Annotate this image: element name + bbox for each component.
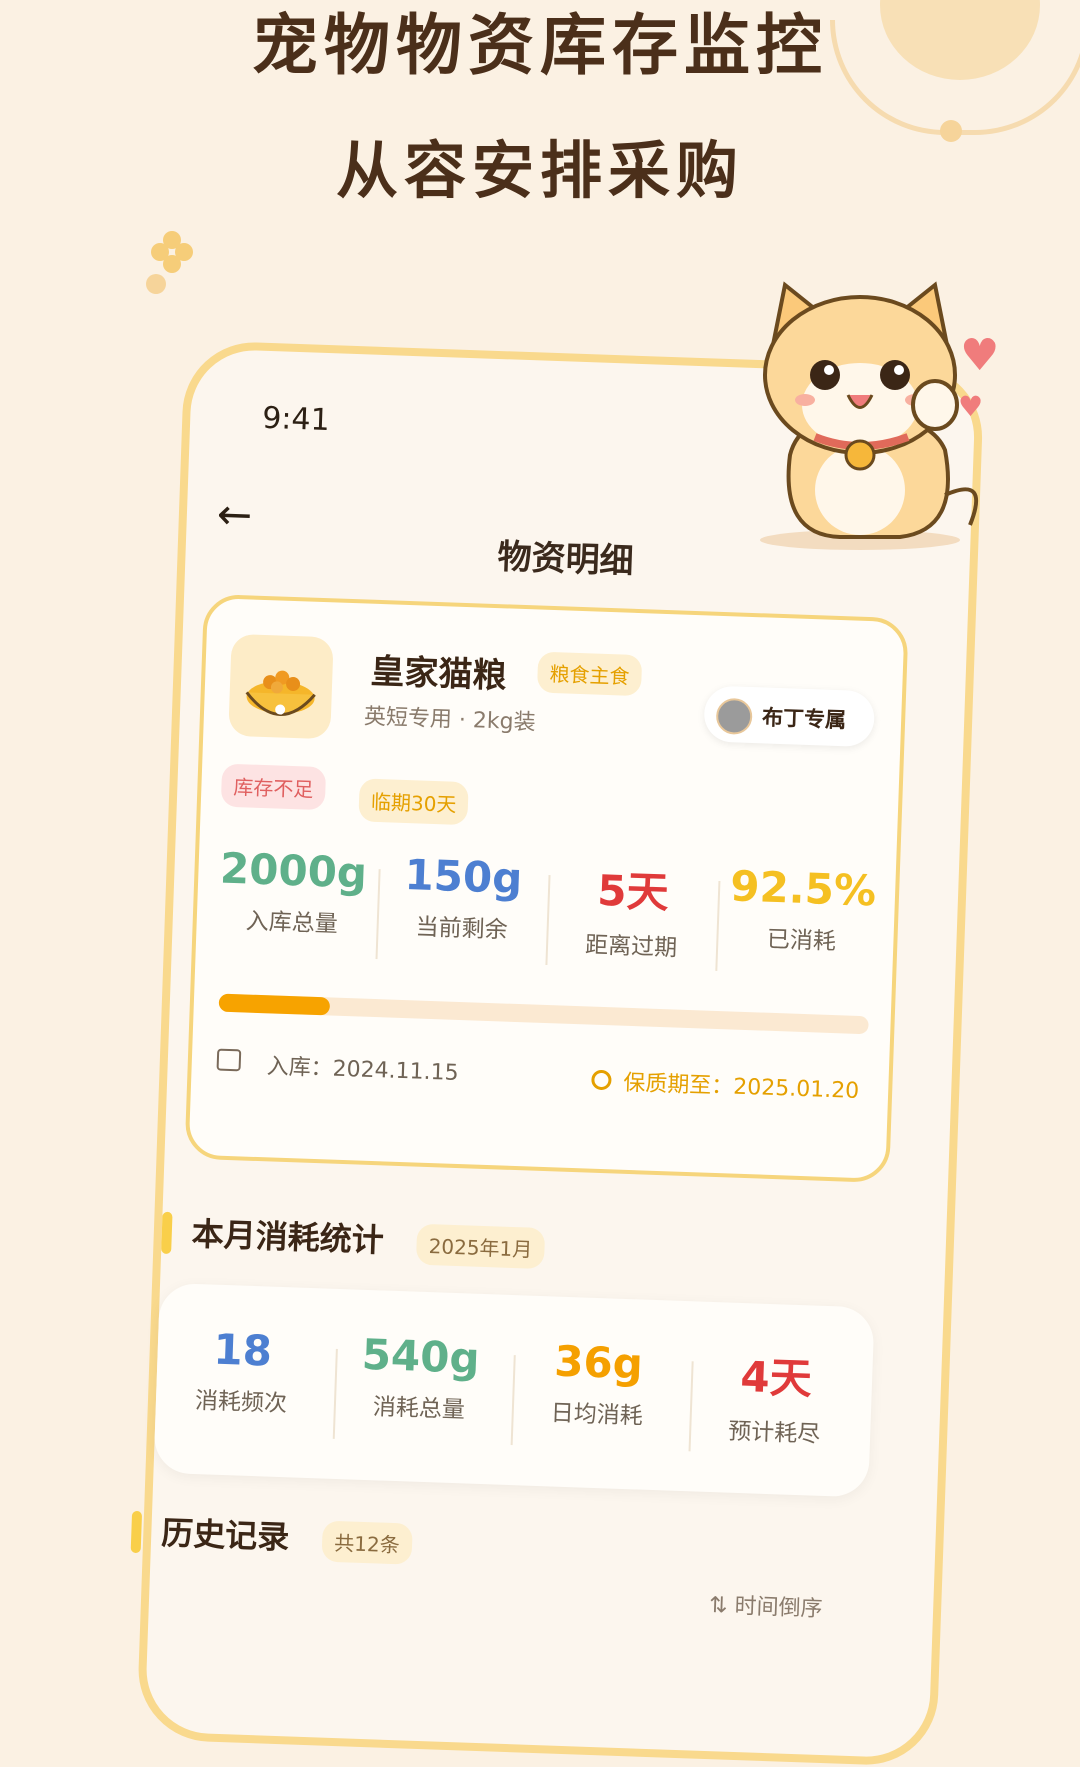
stock-in-date: 入库：2024.11.15 bbox=[266, 1054, 459, 1086]
stat-label: 预计耗尽 bbox=[727, 1418, 821, 1448]
food-bowl-icon bbox=[228, 633, 334, 740]
stat-label: 日均消耗 bbox=[550, 1400, 644, 1430]
section-marker bbox=[161, 1211, 173, 1255]
stat-label: 消耗总量 bbox=[372, 1394, 466, 1424]
stat-frequency: 18 消耗频次 bbox=[156, 1323, 329, 1420]
status-time: 9:41 bbox=[261, 400, 331, 439]
heart-icon: ♥ bbox=[960, 330, 1000, 381]
stat-value: 540g bbox=[360, 1329, 481, 1383]
period-pill: 2025年1月 bbox=[416, 1223, 546, 1269]
sort-icon: ⇅ bbox=[708, 1593, 729, 1619]
section-title: 历史记录 bbox=[160, 1513, 290, 1557]
headline-line-2: 从容安排采购 bbox=[335, 134, 744, 207]
stat-label: 已消耗 bbox=[766, 926, 837, 956]
stat-label: 当前剩余 bbox=[415, 914, 509, 944]
section-title: 本月消耗统计 bbox=[191, 1214, 385, 1260]
product-name: 皇家猫粮 bbox=[369, 651, 508, 697]
owner-label: 布丁专属 bbox=[761, 705, 847, 733]
stat-remaining: 150g 当前剩余 bbox=[376, 849, 549, 946]
cat-mascot bbox=[760, 281, 979, 550]
stat-value: 4天 bbox=[739, 1352, 813, 1404]
owner-chip[interactable]: 布丁专属 bbox=[703, 685, 876, 748]
flower-decoration bbox=[151, 231, 193, 273]
stat-value: 150g bbox=[403, 850, 524, 904]
sort-label: 时间倒序 bbox=[734, 1593, 823, 1623]
heart-icon: ♥ bbox=[958, 390, 984, 423]
stat-total-in: 2000g 入库总量 bbox=[206, 843, 379, 940]
stat-total-consumed: 540g 消耗总量 bbox=[333, 1329, 506, 1426]
dot-decoration bbox=[146, 274, 166, 294]
calendar-icon bbox=[216, 1048, 242, 1072]
product-stats: 2000g 入库总量 150g 当前剩余 5天 距离过期 92.5% 已消耗 bbox=[205, 843, 889, 997]
stat-value: 36g bbox=[553, 1336, 644, 1389]
stat-days-left: 4天 预计耗尽 bbox=[689, 1341, 862, 1450]
category-tag: 粮食主食 bbox=[536, 651, 643, 697]
stat-value: 2000g bbox=[219, 843, 368, 898]
monthly-section-header: 本月消耗统计 2025年1月 bbox=[161, 1209, 546, 1269]
monthly-stats-card: 18 消耗频次 540g 消耗总量 36g 日均消耗 4天 预计耗尽 bbox=[153, 1282, 875, 1498]
expiry-date: 保质期至：2025.01.20 bbox=[622, 1070, 860, 1104]
monthly-stats: 18 消耗频次 540g 消耗总量 36g 日均消耗 4天 预计耗尽 bbox=[155, 1323, 874, 1468]
stat-label: 消耗频次 bbox=[194, 1388, 288, 1418]
stat-value: 92.5% bbox=[729, 861, 877, 916]
count-pill: 共12条 bbox=[321, 1520, 413, 1565]
stat-value: 5天 bbox=[596, 865, 670, 918]
stat-value: 18 bbox=[212, 1324, 273, 1376]
stat-days-to-expiry: 5天 距离过期 bbox=[546, 855, 719, 964]
stat-label: 距离过期 bbox=[584, 932, 678, 962]
low-stock-badge: 库存不足 bbox=[220, 763, 327, 811]
history-section-header: 历史记录 共12条 bbox=[130, 1508, 413, 1565]
stat-label: 入库总量 bbox=[245, 908, 339, 938]
section-marker bbox=[130, 1510, 143, 1554]
stat-daily-avg: 36g 日均消耗 bbox=[511, 1335, 684, 1432]
headline-line-1: 宠物物资库存监控 bbox=[252, 7, 828, 84]
sort-toggle[interactable]: ⇅ 时间倒序 bbox=[709, 1587, 824, 1623]
remaining-progress-bar bbox=[218, 993, 869, 1035]
progress-fill bbox=[218, 993, 330, 1016]
stat-consumed: 92.5% 已消耗 bbox=[716, 861, 889, 958]
product-card[interactable]: 皇家猫粮 粮食主食 英短专用 · 2kg装 布丁专属 库存不足 临期30天 20… bbox=[184, 593, 909, 1184]
clock-icon bbox=[591, 1069, 612, 1091]
expiring-badge: 临期30天 bbox=[358, 778, 470, 826]
avatar bbox=[715, 697, 753, 736]
product-subtitle: 英短专用 · 2kg装 bbox=[363, 704, 536, 736]
